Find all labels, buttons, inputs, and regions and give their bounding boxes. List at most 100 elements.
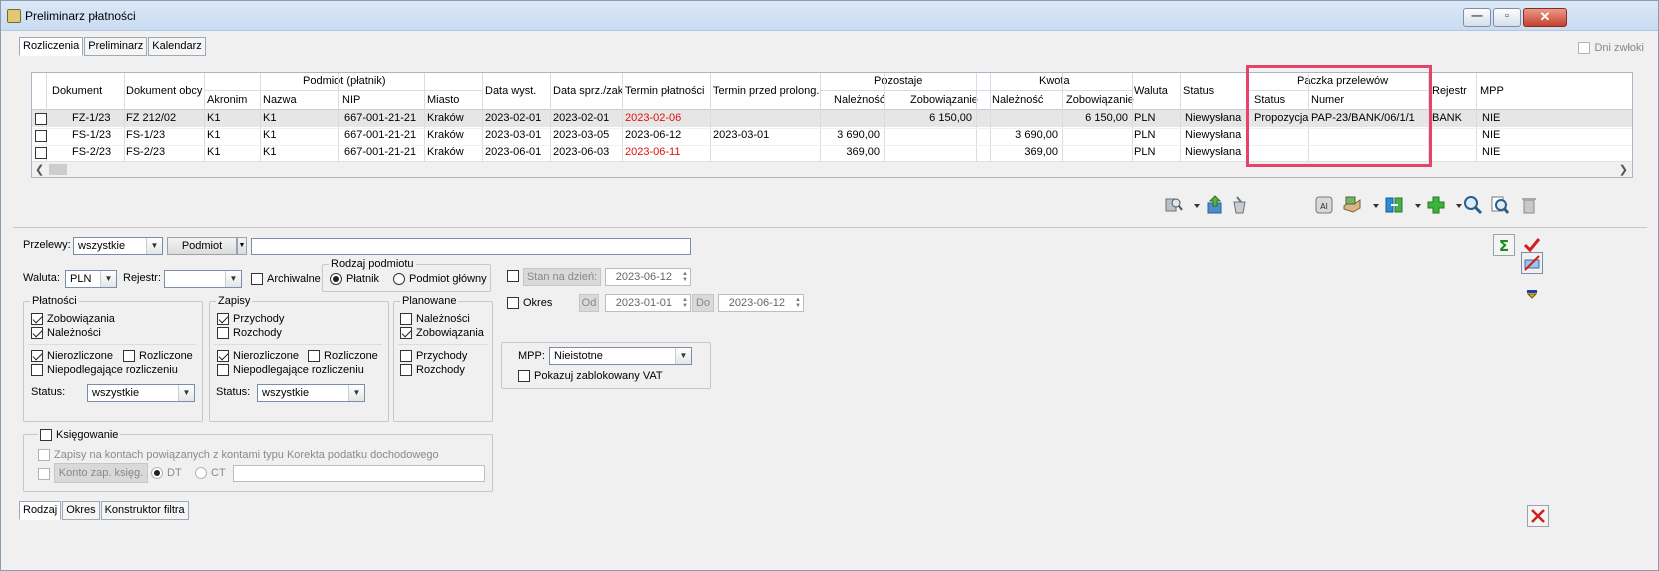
col-waluta[interactable]: Waluta xyxy=(1134,85,1168,97)
grid-cell-mpp[interactable]: NIE xyxy=(1482,146,1500,158)
grid-cell-rejestr[interactable]: BANK xyxy=(1432,112,1462,124)
col-paczka-numer[interactable]: Numer xyxy=(1311,94,1344,106)
stan-checkbox[interactable] xyxy=(507,270,523,282)
checkbox[interactable] xyxy=(518,370,530,382)
col-pozostaje-naleznosc[interactable]: Należność xyxy=(834,94,885,106)
search-icon[interactable] xyxy=(1462,194,1484,216)
grid-cell-nip[interactable]: 667-001-21-21 xyxy=(344,129,416,141)
lookup-dropdown-icon[interactable] xyxy=(1186,194,1200,216)
col-data-sprz[interactable]: Data sprz./zak xyxy=(553,85,623,97)
col-paczka-status[interactable]: Status xyxy=(1254,94,1285,106)
chevron-down-icon[interactable]: ▼ xyxy=(225,271,241,287)
grid-cell-poz-nal[interactable]: 369,00 xyxy=(846,146,880,158)
lookup-icon[interactable] xyxy=(1163,194,1185,216)
scroll-right-arrow-icon[interactable]: ❯ xyxy=(1619,163,1628,176)
bucket-icon[interactable] xyxy=(1229,194,1251,216)
add-dropdown-icon[interactable] xyxy=(1448,194,1462,216)
row-select-checkbox[interactable] xyxy=(35,113,47,125)
rejestr-select[interactable]: ▼ xyxy=(164,270,242,288)
pokazuj-vat-checkbox[interactable]: Pokazuj zablokowany VAT xyxy=(518,370,663,382)
tab-okres[interactable]: Okres xyxy=(62,501,100,520)
checkbox[interactable] xyxy=(38,449,50,461)
grid-cell-nazwa[interactable]: K1 xyxy=(263,146,276,158)
col-status[interactable]: Status xyxy=(1183,85,1214,97)
archiwalne-checkbox[interactable]: Archiwalne xyxy=(251,273,321,285)
grid-cell-data-wyst[interactable]: 2023-02-01 xyxy=(485,112,541,124)
planowane-naleznosci-checkbox[interactable]: Należności xyxy=(400,313,470,325)
checkbox[interactable] xyxy=(40,429,52,441)
grid-cell-prolong[interactable]: 2023-03-01 xyxy=(713,129,769,141)
mpp-select[interactable]: Nieistotne ▼ xyxy=(549,347,692,365)
scroll-thumb[interactable] xyxy=(49,164,67,175)
delete-icon[interactable] xyxy=(1518,194,1540,216)
dt-radio[interactable]: DT xyxy=(151,467,182,479)
platnosci-zobowiazania-checkbox[interactable]: Zobowiązania xyxy=(31,313,115,325)
grid-cell-nip[interactable]: 667-001-21-21 xyxy=(344,146,416,158)
checkbox[interactable] xyxy=(217,350,229,362)
grid-cell-obcy[interactable]: FS-2/23 xyxy=(126,146,165,158)
zapisy-rozliczone-checkbox[interactable]: Rozliczone xyxy=(308,350,378,362)
grid-horizontal-scrollbar[interactable]: ❮ ❯ xyxy=(32,161,1632,177)
grid-cell-kw-zob[interactable]: 6 150,00 xyxy=(1085,112,1128,124)
col-nazwa[interactable]: Nazwa xyxy=(263,94,297,106)
zapisy-nierozliczone-checkbox[interactable]: Nierozliczone xyxy=(217,350,299,362)
okres-box[interactable] xyxy=(507,297,519,309)
dni-zwloki-checkbox[interactable]: Dni zwłoki xyxy=(1578,42,1644,54)
chevron-down-icon[interactable]: ▼ xyxy=(348,385,364,401)
chevron-down-icon[interactable]: ▼ xyxy=(146,238,162,254)
dni-zwloki-box[interactable] xyxy=(1578,42,1591,54)
zapisy-status-select[interactable]: wszystkie ▼ xyxy=(257,384,365,402)
col-nip[interactable]: NIP xyxy=(342,94,360,106)
zapisy-niepodlegajace-checkbox[interactable]: Niepodlegające rozliczeniu xyxy=(217,364,364,376)
grid-cell-poz-zob[interactable]: 6 150,00 xyxy=(929,112,972,124)
planowane-zobowiazania-checkbox[interactable]: Zobowiązania xyxy=(400,327,484,339)
tab-rodzaj[interactable]: Rodzaj xyxy=(19,501,62,520)
grid-cell-dokument[interactable]: FZ-1/23 xyxy=(72,112,111,124)
maximize-button[interactable]: ▫ xyxy=(1493,8,1521,27)
transfer-icon[interactable] xyxy=(1383,194,1405,216)
tab-kalendarz[interactable]: Kalendarz xyxy=(148,37,206,56)
radio[interactable] xyxy=(195,467,207,479)
platnosci-rozliczone-checkbox[interactable]: Rozliczone xyxy=(123,350,193,362)
chevron-down-icon[interactable]: ▼ xyxy=(100,271,116,287)
podmiot-dropdown-icon[interactable]: ▼ xyxy=(237,237,247,255)
grid-cell-waluta[interactable]: PLN xyxy=(1134,146,1155,158)
do-button[interactable]: Do xyxy=(692,294,714,312)
podmiot-glowny-radio[interactable]: Podmiot główny xyxy=(393,273,487,285)
checkbox[interactable] xyxy=(38,468,50,480)
export-icon[interactable] xyxy=(1204,194,1226,216)
do-date[interactable]: 2023-06-12 ▲ ▼ xyxy=(718,294,804,312)
handshake-dropdown-icon[interactable] xyxy=(1365,194,1379,216)
col-mpp[interactable]: MPP xyxy=(1480,85,1504,97)
grid-cell-akronim[interactable]: K1 xyxy=(207,112,220,124)
checkbox[interactable] xyxy=(123,350,135,362)
grid-cell-miasto[interactable]: Kraków xyxy=(427,112,464,124)
checkbox[interactable] xyxy=(400,350,412,362)
checkbox[interactable] xyxy=(400,313,412,325)
platnosci-status-select[interactable]: wszystkie ▼ xyxy=(87,384,195,402)
close-window-button[interactable]: ✕ xyxy=(1523,8,1567,27)
chevron-down-icon[interactable]: ▼ xyxy=(178,385,194,401)
col-rejestr[interactable]: Rejestr xyxy=(1432,85,1467,97)
grid-cell-nazwa[interactable]: K1 xyxy=(263,112,276,124)
grid-cell-miasto[interactable]: Kraków xyxy=(427,146,464,158)
col-kwota-zobowiazanie[interactable]: Zobowiązanie xyxy=(1066,94,1134,106)
archiwalne-box[interactable] xyxy=(251,273,263,285)
grid-cell-status[interactable]: Niewysłana xyxy=(1185,129,1241,141)
handshake-icon[interactable] xyxy=(1341,194,1363,216)
transfer-dropdown-icon[interactable] xyxy=(1407,194,1421,216)
tab-konstruktor[interactable]: Konstruktor filtra xyxy=(100,501,189,520)
payments-grid[interactable]: Dokument Dokument obcy Podmiot (płatnik)… xyxy=(31,72,1633,178)
grid-cell-mpp[interactable]: NIE xyxy=(1482,129,1500,141)
platnosci-nierozliczone-checkbox[interactable]: Nierozliczone xyxy=(31,350,113,362)
col-pozostaje-zobowiazanie[interactable]: Zobowiązanie xyxy=(910,94,978,106)
grid-cell-data-sprz[interactable]: 2023-06-03 xyxy=(553,146,609,158)
zapisy-kontach-checkbox[interactable]: Zapisy na kontach powiązanych z kontami … xyxy=(38,449,439,461)
col-termin[interactable]: Termin płatności xyxy=(625,85,704,97)
checkbox[interactable] xyxy=(308,350,320,362)
od-button[interactable]: Od xyxy=(579,294,599,312)
grid-cell-termin[interactable]: 2023-02-06 xyxy=(625,112,681,124)
grid-cell-obcy[interactable]: FZ 212/02 xyxy=(126,112,176,124)
grid-cell-status[interactable]: Niewysłana xyxy=(1185,112,1241,124)
podmiot-input[interactable] xyxy=(251,238,691,255)
